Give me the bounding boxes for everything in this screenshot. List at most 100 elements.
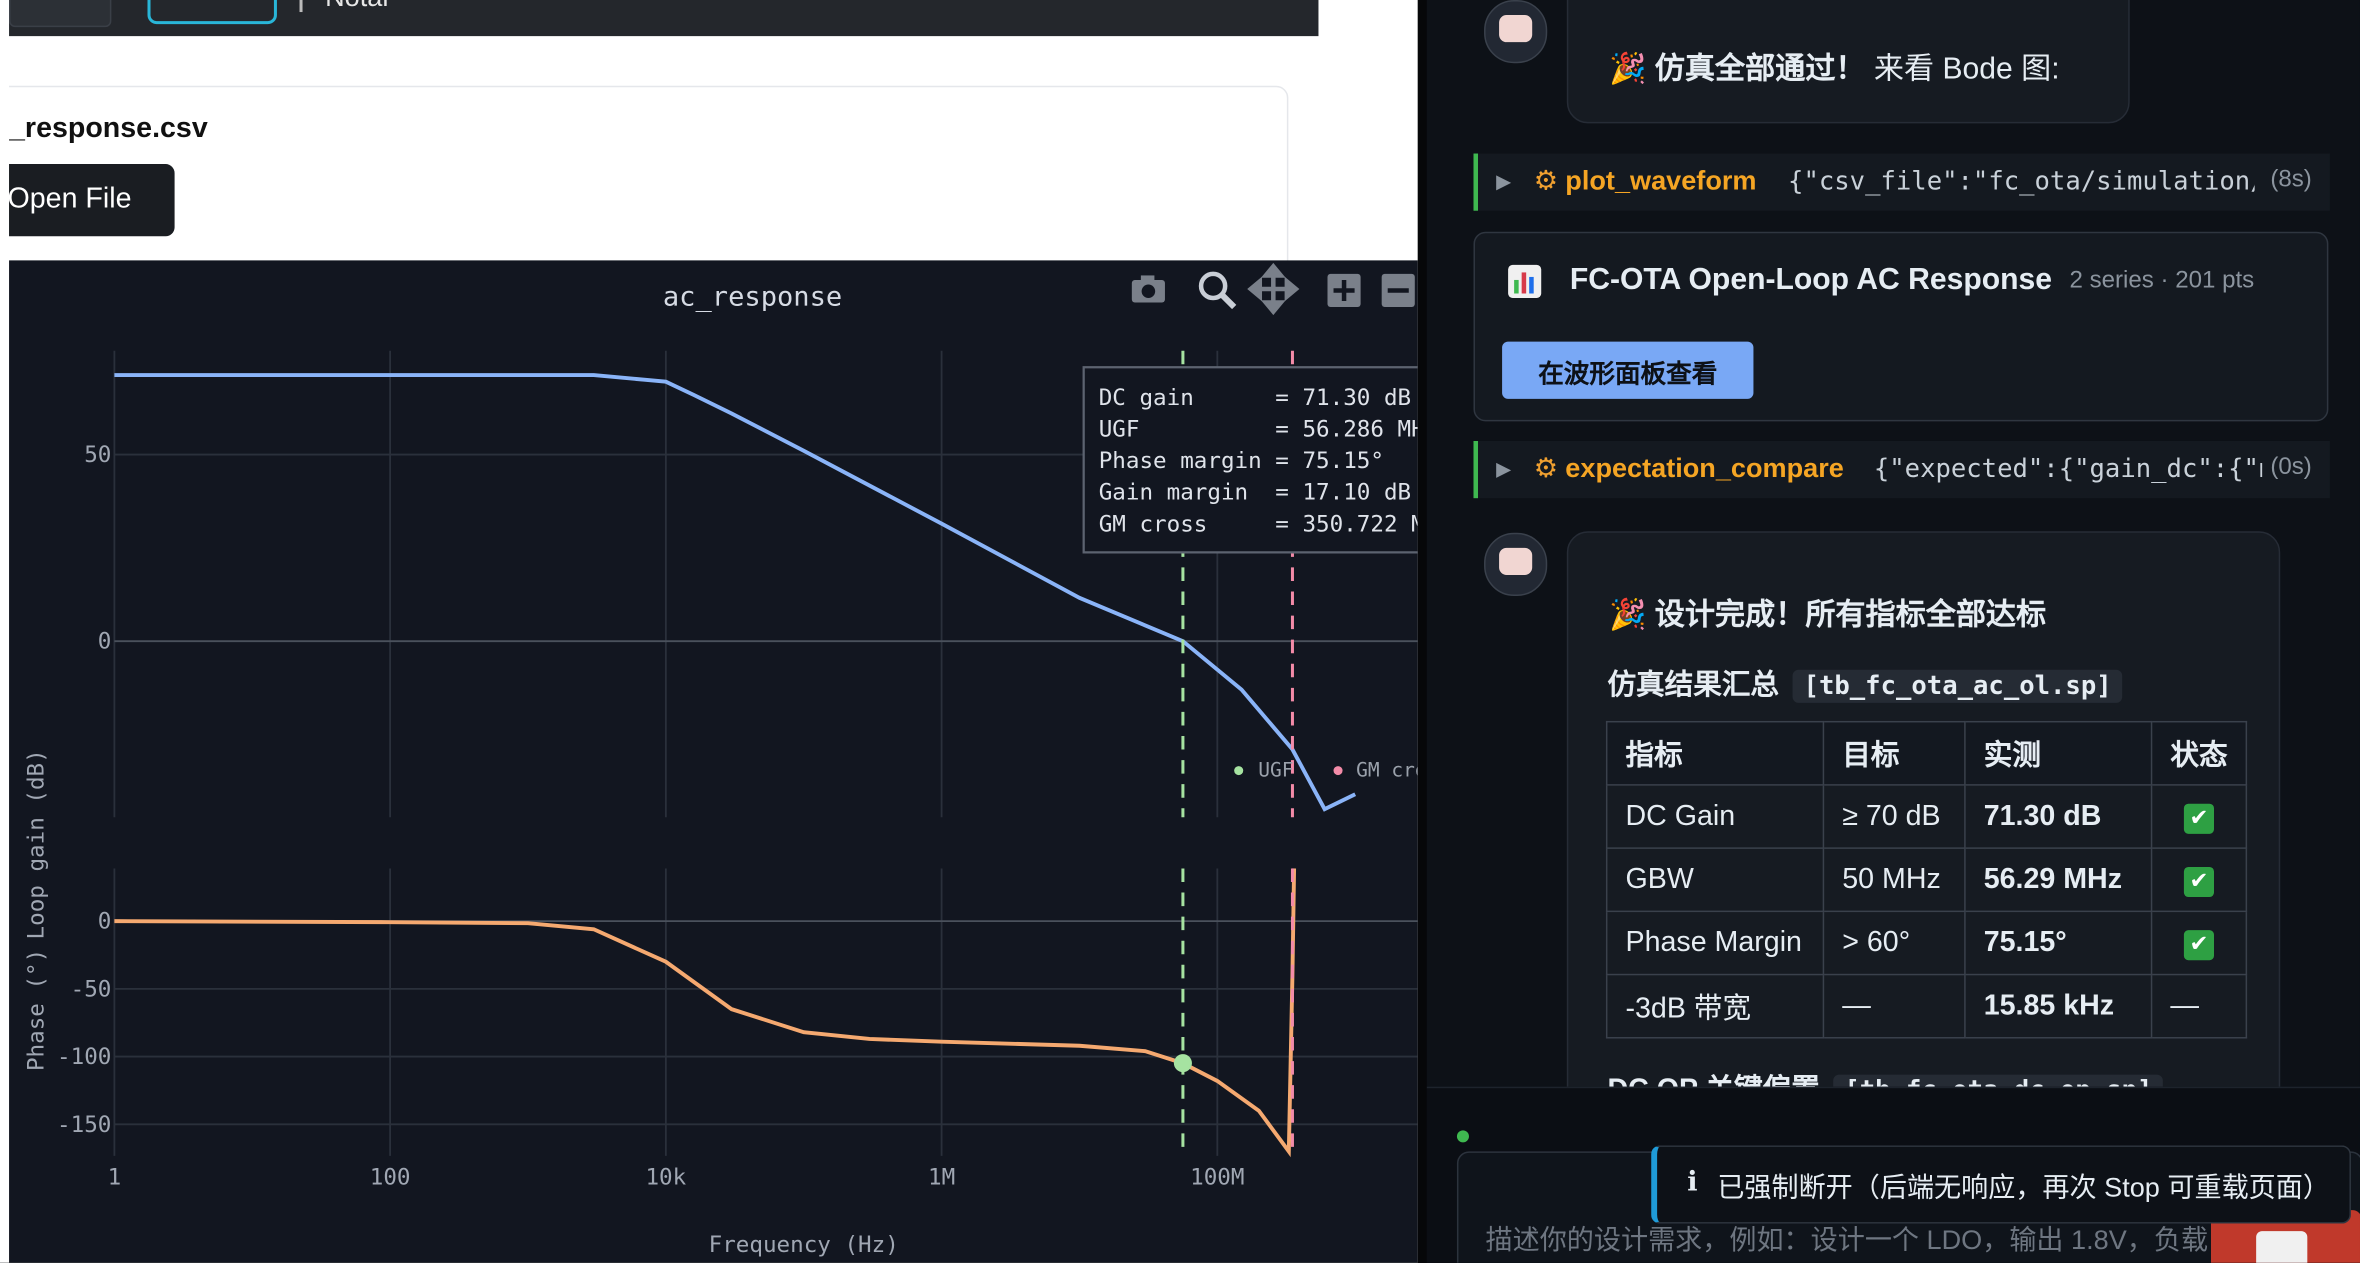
x-tick-label: 1 (108, 1165, 122, 1191)
table-cell: > 60° (1822, 910, 1966, 976)
waveform-panel: Notar _response.csv Open File ac_respons… (0, 0, 1418, 1263)
bode-plot-svg[interactable]: ac_response 1 100 10k 1M 100M5000-50-100… (9, 260, 1418, 1262)
heading-text: 设计完成！所有指标全部达标 (1654, 599, 2047, 633)
x-axis-title: Frequency (Hz) (709, 1232, 899, 1258)
zoom-in-icon[interactable] (1327, 273, 1361, 308)
bode-plot[interactable]: ac_response 1 100 10k 1M 100M 50 0 0 -50… (9, 260, 1418, 1263)
tool-args: {"expected":{"gain_dc":{"mi... (1873, 454, 2262, 485)
plot-title: ac_response (663, 282, 842, 313)
table-cell: ≥ 70 dB (1822, 784, 1966, 849)
status-cell: ✔ (2150, 847, 2248, 913)
phase-margin-point[interactable] (1173, 1054, 1192, 1073)
annotation-gm-cross: GM cross = 350.722 MHz (1099, 511, 1418, 537)
table-cell: 71.30 dB (1964, 784, 2153, 849)
table-cell: — (1822, 973, 1966, 1039)
pan-icon[interactable] (1247, 262, 1300, 316)
phase-axis-title: Phase (°) (24, 949, 50, 1071)
assistant-avatar (1484, 0, 1548, 64)
table-row: GBW 50 MHz 56.29 MHz ✔ (1605, 847, 2248, 913)
table-cell: 50 MHz (1822, 847, 1966, 913)
expand-chevron-icon[interactable]: ▶ (1496, 458, 1511, 482)
y-tick-label: -100 (57, 1044, 111, 1070)
expand-chevron-icon[interactable]: ▶ (1496, 170, 1511, 194)
metrics-annotation: DC gain = 71.30 dB UGF = 56.286 MHz Phas… (1082, 366, 1418, 554)
y-tick-label: 0 (98, 909, 112, 935)
check-icon: ✔ (2183, 929, 2215, 960)
legend-ugf[interactable]: UGF (1258, 759, 1293, 782)
zoom-out-icon[interactable] (1381, 273, 1415, 308)
plot-card-title: FC-OTA Open-Loop AC Response (1569, 263, 2052, 297)
legend-gm-marker (1333, 766, 1343, 776)
annotation-phase-margin: Phase margin = 75.15° (1099, 448, 1384, 474)
col-header: 目标 (1822, 720, 1966, 786)
legend-gm-cross[interactable]: GM cross (1356, 759, 1418, 782)
y-tick-label: -150 (57, 1112, 111, 1138)
file-name: _response.csv (9, 112, 208, 145)
check-icon: ✔ (2183, 802, 2215, 834)
message-text: 来看 Bode 图: (1873, 52, 2060, 86)
table-row: Phase Margin > 60° 75.15° ✔ (1605, 910, 2248, 976)
toolbar: Notar (9, 0, 1319, 37)
view-in-waveform-panel-button[interactable]: 在波形面板查看 (1502, 341, 1754, 399)
legend-ugf-marker (1234, 766, 1244, 776)
table-cell: -3dB 带宽 (1605, 973, 1825, 1039)
annotation-ugf: UGF = 56.286 MHz (1099, 416, 1418, 442)
party-icon: 🎉 (1608, 52, 1647, 86)
annotation-dc-gain: DC gain = 71.30 dB (1099, 385, 1411, 411)
toast-notification: ℹ 已强制断开（后端无响应，再次 Stop 可重载页面） (1651, 1145, 2351, 1224)
tool-args: {"csv_file":"fc_ota/simulation/tb_fc... (1788, 167, 2255, 198)
table-row: -3dB 带宽 — 15.85 kHz — (1605, 973, 2248, 1039)
inline-code: [tb_fc_ota_ac_ol.sp] (1793, 669, 2123, 703)
table-header-row: 指标 目标 实测 状态 (1605, 720, 2248, 786)
chart-icon (1508, 264, 1542, 299)
tool-time: (8s) (2270, 167, 2312, 193)
tool-name: plot_waveform (1565, 165, 1757, 196)
open-file-button[interactable]: Open File (0, 164, 175, 237)
gain-axis-title: Loop gain (dB) (24, 749, 50, 939)
tool-time: (0s) (2270, 454, 2312, 481)
gear-icon: ⚙ (1533, 453, 1558, 484)
x-tick-label: 10k (645, 1165, 686, 1191)
results-subheading: 仿真结果汇总 [tb_fc_ota_ac_ol.sp] (1607, 662, 2123, 703)
table-cell: 56.29 MHz (1964, 847, 2153, 913)
zoom-icon[interactable] (1198, 271, 1237, 310)
plot-legend: UGF GM cross (1234, 759, 1418, 782)
robot-icon (1499, 15, 1533, 43)
x-tick-label: 100M (1190, 1165, 1244, 1191)
table-cell: Phase Margin (1605, 910, 1825, 976)
results-table: 指标 目标 实测 状态 DC Gain ≥ 70 dB 71.30 dB ✔ G… (1605, 720, 2248, 1039)
stop-icon (2256, 1231, 2308, 1263)
chat-panel: 🎉 仿真全部通过！ 来看 Bode 图: ▶ ⚙ plot_waveform {… (1426, 0, 2360, 1263)
tool-call-plot-waveform[interactable]: ▶ ⚙ plot_waveform {"csv_file":"fc_ota/si… (1473, 153, 2330, 211)
y-tick-label: 50 (84, 442, 111, 468)
message-bold: 仿真全部通过！ (1654, 52, 1866, 86)
y-tick-label: -50 (71, 976, 112, 1002)
pane-resize-handle[interactable] (1417, 0, 1427, 1263)
plot-axes: 1 100 10k 1M 100M 50 0 0 -50 -100 -150 (57, 442, 1244, 1190)
message-line: 🎉 仿真全部通过！ 来看 Bode 图: (1609, 44, 2060, 88)
connection-status-dot (1456, 1130, 1469, 1143)
x-tick-label: 100 (370, 1165, 411, 1191)
robot-icon (1499, 547, 1533, 575)
table-cell: 15.85 kHz (1964, 973, 2153, 1039)
phase-trace[interactable] (114, 868, 1297, 1158)
toolbar-toggle-button[interactable] (147, 0, 277, 25)
tool-name: expectation_compare (1565, 453, 1844, 484)
toolbar-button[interactable] (9, 0, 112, 28)
status-cell: — (2150, 973, 2248, 1039)
pane-edge (0, 0, 10, 1263)
col-header: 状态 (2150, 720, 2248, 786)
toolbar-label: Notar (325, 0, 391, 14)
tool-call-expectation-compare[interactable]: ▶ ⚙ expectation_compare {"expected":{"ga… (1473, 440, 2330, 499)
toast-text: 已强制断开（后端无响应，再次 Stop 可重载页面） (1717, 1172, 2330, 1203)
camera-icon[interactable] (1131, 275, 1165, 303)
col-header: 实测 (1964, 720, 2153, 786)
message-heading: 🎉 设计完成！所有指标全部达标 (1609, 590, 2046, 634)
modebar (1131, 262, 1415, 316)
table-row: DC Gain ≥ 70 dB 71.30 dB ✔ (1605, 784, 2248, 849)
col-header: 指标 (1605, 720, 1825, 786)
table-cell: GBW (1605, 847, 1825, 913)
plot-card-meta: 2 series · 201 pts (2069, 267, 2255, 294)
toolbar-separator (299, 0, 303, 13)
subheading-text: 仿真结果汇总 (1607, 669, 1780, 702)
